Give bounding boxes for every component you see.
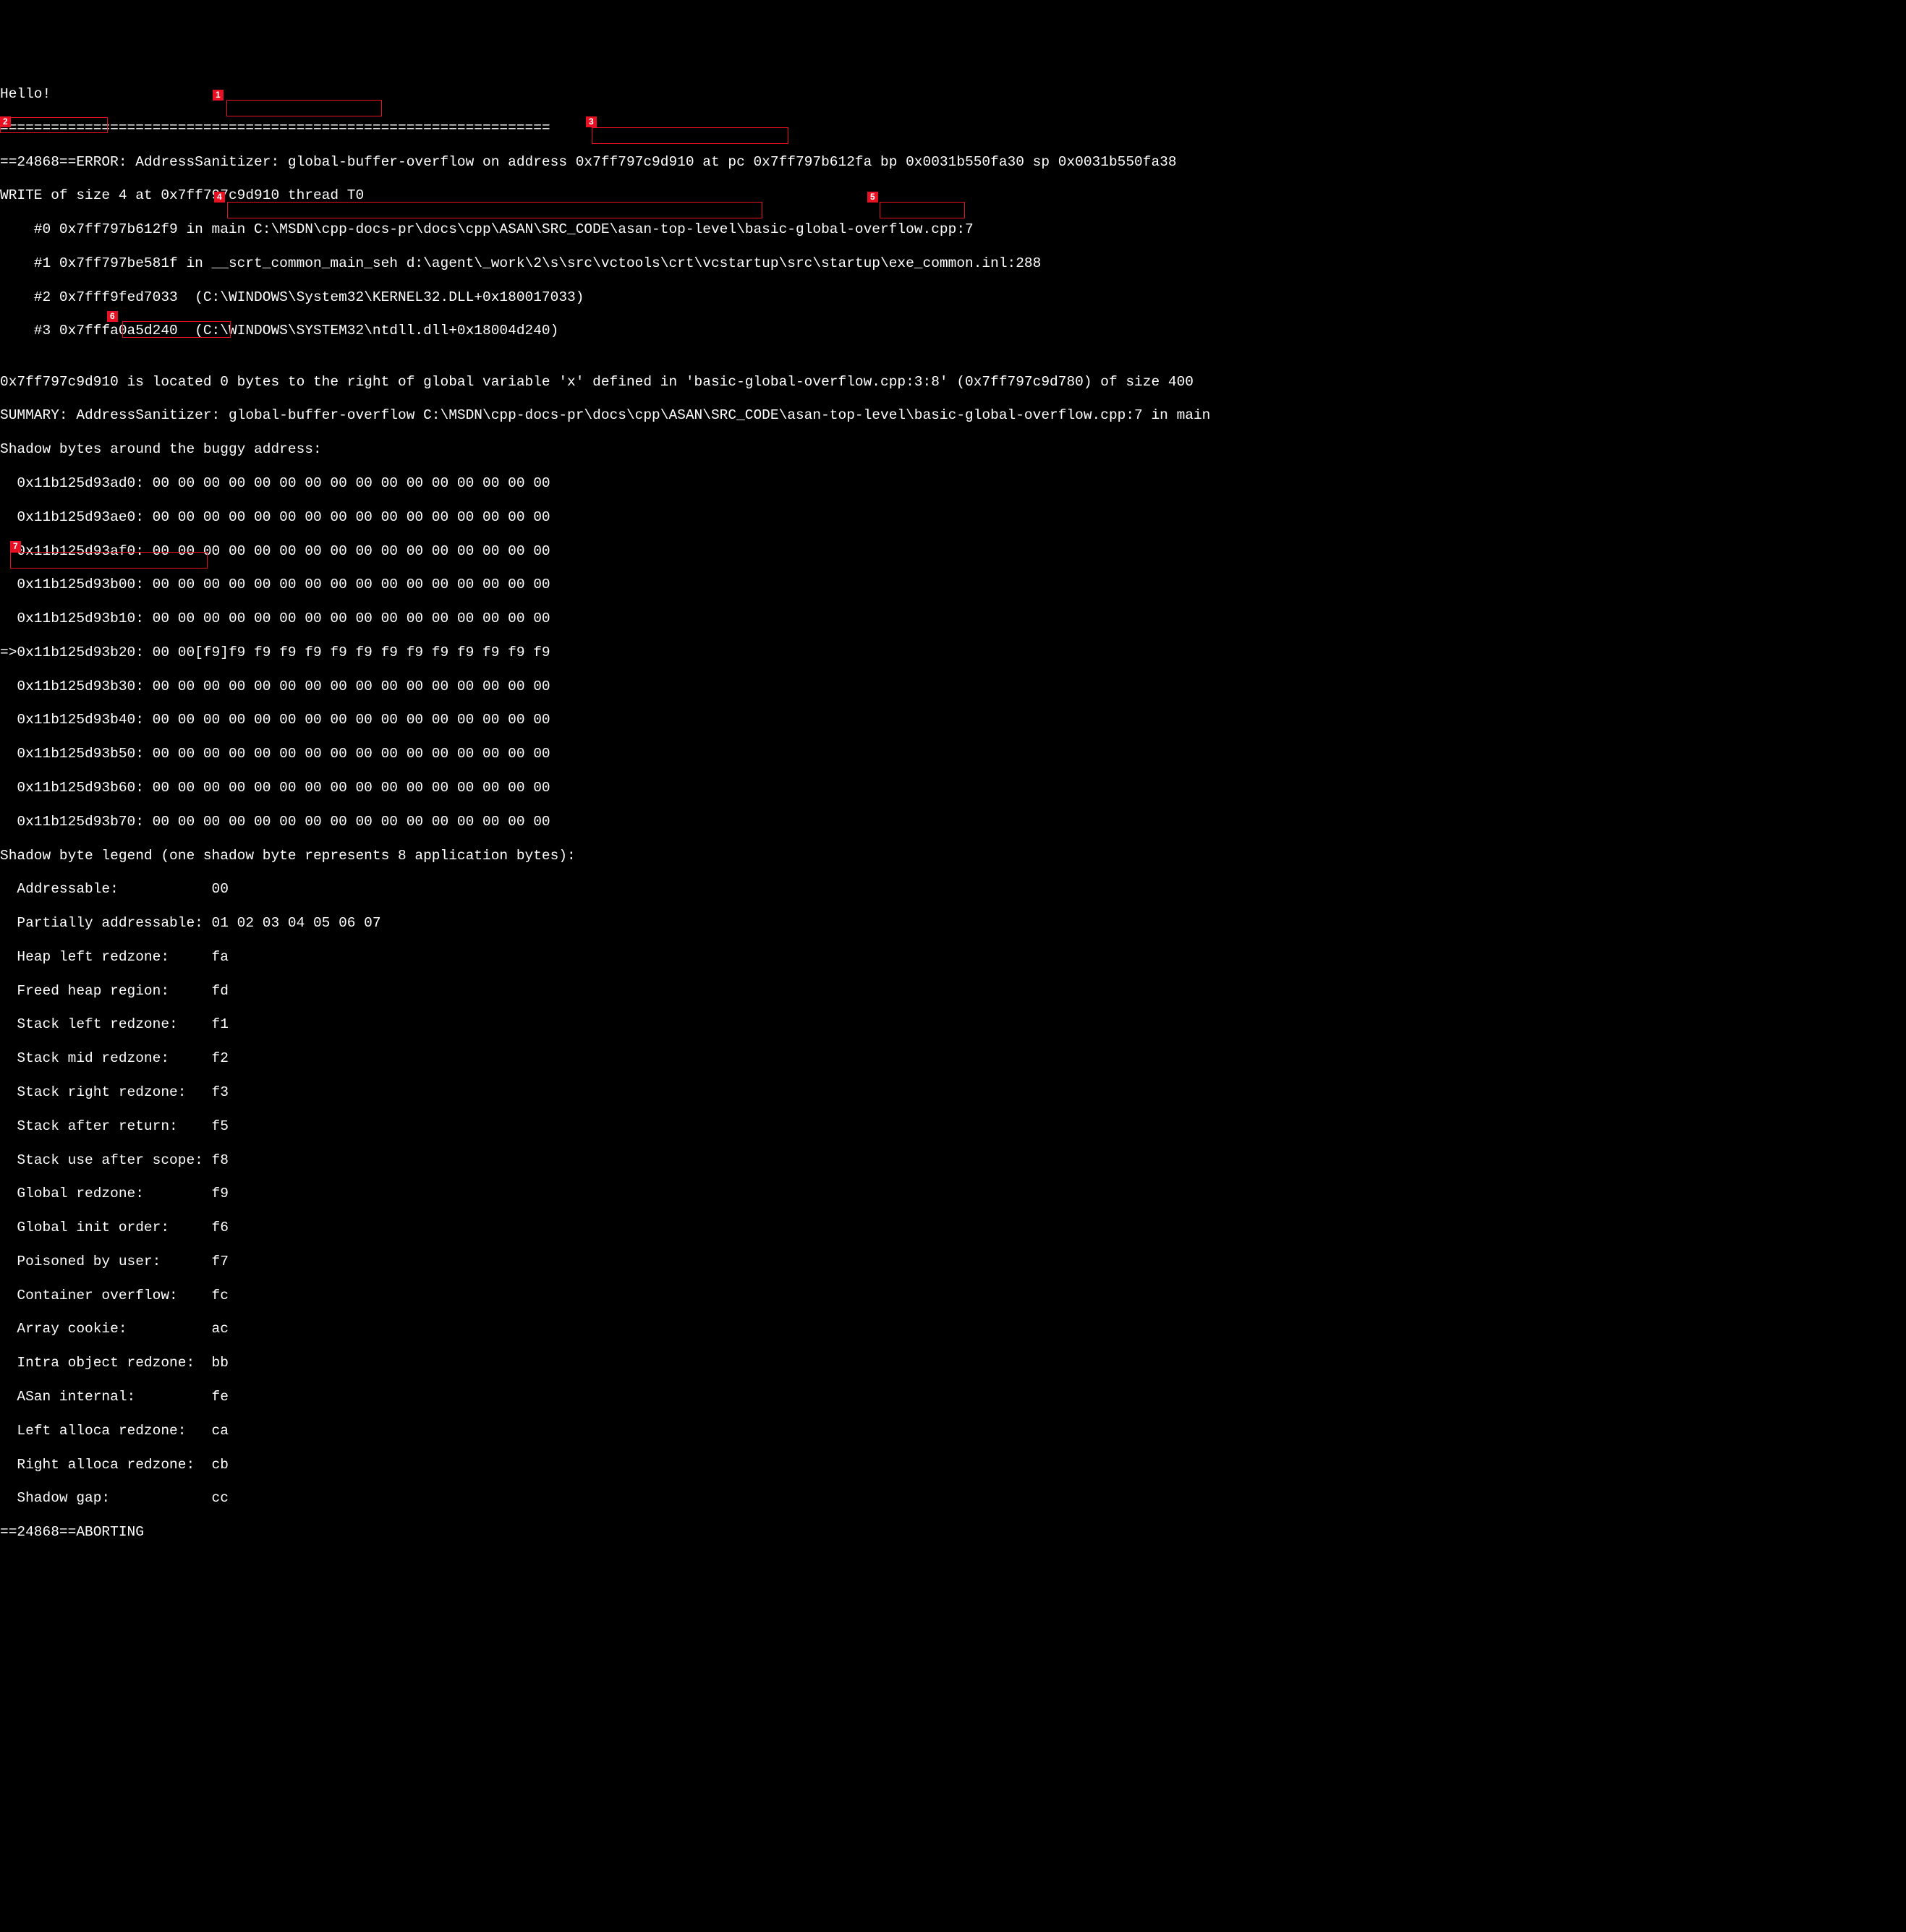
shadow-legend-left-alloca: Left alloca redzone: ca bbox=[0, 1423, 1906, 1439]
shadow-legend-global-redzone: Global redzone: f9 bbox=[0, 1186, 1906, 1202]
asan-summary-line: SUMMARY: AddressSanitizer: global-buffer… bbox=[0, 407, 1906, 424]
highlight-box-size bbox=[880, 202, 965, 218]
shadow-legend-addressable: Addressable: 00 bbox=[0, 881, 1906, 898]
annotation-5: 5 bbox=[867, 192, 878, 203]
shadow-legend-right-alloca: Right alloca redzone: cb bbox=[0, 1457, 1906, 1473]
shadow-bytes-row: 0x11b125d93b50: 00 00 00 00 00 00 00 00 … bbox=[0, 746, 1906, 762]
shadow-bytes-row: 0x11b125d93b00: 00 00 00 00 00 00 00 00 … bbox=[0, 576, 1906, 593]
highlight-box-write-size bbox=[0, 117, 108, 133]
highlight-box-error-type bbox=[226, 100, 382, 116]
annotation-2: 2 bbox=[0, 116, 11, 127]
shadow-legend-poisoned: Poisoned by user: f7 bbox=[0, 1254, 1906, 1270]
shadow-bytes-header: Shadow bytes around the buggy address: bbox=[0, 441, 1906, 458]
shadow-legend-header: Shadow byte legend (one shadow byte repr… bbox=[0, 848, 1906, 864]
terminal-output: Hello! =================================… bbox=[0, 68, 1906, 1864]
highlight-box-shadow-bytes bbox=[122, 321, 231, 338]
shadow-bytes-row: 0x11b125d93b40: 00 00 00 00 00 00 00 00 … bbox=[0, 712, 1906, 728]
asan-aborting-line: ==24868==ABORTING bbox=[0, 1524, 1906, 1541]
shadow-bytes-row: 0x11b125d93af0: 00 00 00 00 00 00 00 00 … bbox=[0, 543, 1906, 560]
annotation-1: 1 bbox=[213, 90, 224, 101]
highlight-box-source-file bbox=[592, 127, 788, 144]
shadow-legend-container-overflow: Container overflow: fc bbox=[0, 1288, 1906, 1304]
annotation-7: 7 bbox=[10, 541, 21, 552]
asan-error-line: ==24868==ERROR: AddressSanitizer: global… bbox=[0, 154, 1906, 171]
shadow-bytes-current-row: =>0x11b125d93b20: 00 00[f9]f9 f9 f9 f9 f… bbox=[0, 644, 1906, 661]
annotation-4: 4 bbox=[214, 192, 225, 203]
shadow-legend-heap-left: Heap left redzone: fa bbox=[0, 949, 1906, 966]
shadow-legend-stack-left: Stack left redzone: f1 bbox=[0, 1016, 1906, 1033]
shadow-bytes-row: 0x11b125d93b60: 00 00 00 00 00 00 00 00 … bbox=[0, 780, 1906, 796]
stack-frame-1: #1 0x7ff797be581f in __scrt_common_main_… bbox=[0, 255, 1906, 272]
shadow-legend-shadow-gap: Shadow gap: cc bbox=[0, 1490, 1906, 1507]
annotation-3: 3 bbox=[586, 116, 597, 127]
shadow-bytes-row: 0x11b125d93ad0: 00 00 00 00 00 00 00 00 … bbox=[0, 475, 1906, 492]
annotation-6: 6 bbox=[107, 311, 118, 322]
stack-frame-2: #2 0x7fff9fed7033 (C:\WINDOWS\System32\K… bbox=[0, 289, 1906, 306]
shadow-legend-partial: Partially addressable: 01 02 03 04 05 06… bbox=[0, 915, 1906, 932]
shadow-legend-stack-after-return: Stack after return: f5 bbox=[0, 1118, 1906, 1135]
asan-location-line: 0x7ff797c9d910 is located 0 bytes to the… bbox=[0, 374, 1906, 391]
shadow-bytes-row: 0x11b125d93b30: 00 00 00 00 00 00 00 00 … bbox=[0, 678, 1906, 695]
output-line: ========================================… bbox=[0, 120, 1906, 137]
shadow-bytes-row: 0x11b125d93b10: 00 00 00 00 00 00 00 00 … bbox=[0, 610, 1906, 627]
shadow-bytes-row: 0x11b125d93ae0: 00 00 00 00 00 00 00 00 … bbox=[0, 509, 1906, 526]
shadow-legend-intra-object: Intra object redzone: bb bbox=[0, 1355, 1906, 1371]
shadow-legend-array-cookie: Array cookie: ac bbox=[0, 1321, 1906, 1337]
stack-frame-3: #3 0x7fffa0a5d240 (C:\WINDOWS\SYSTEM32\n… bbox=[0, 323, 1906, 339]
shadow-legend-stack-right: Stack right redzone: f3 bbox=[0, 1084, 1906, 1101]
shadow-legend-asan-internal: ASan internal: fe bbox=[0, 1389, 1906, 1405]
shadow-legend-global-init: Global init order: f6 bbox=[0, 1220, 1906, 1236]
shadow-legend-stack-mid: Stack mid redzone: f2 bbox=[0, 1050, 1906, 1067]
highlight-box-global-redzone bbox=[10, 552, 208, 569]
highlight-box-global-var bbox=[227, 202, 762, 218]
shadow-bytes-row: 0x11b125d93b70: 00 00 00 00 00 00 00 00 … bbox=[0, 814, 1906, 830]
shadow-legend-freed-heap: Freed heap region: fd bbox=[0, 983, 1906, 1000]
stack-frame-0: #0 0x7ff797b612f9 in main C:\MSDN\cpp-do… bbox=[0, 221, 1906, 238]
shadow-legend-stack-after-scope: Stack use after scope: f8 bbox=[0, 1152, 1906, 1169]
